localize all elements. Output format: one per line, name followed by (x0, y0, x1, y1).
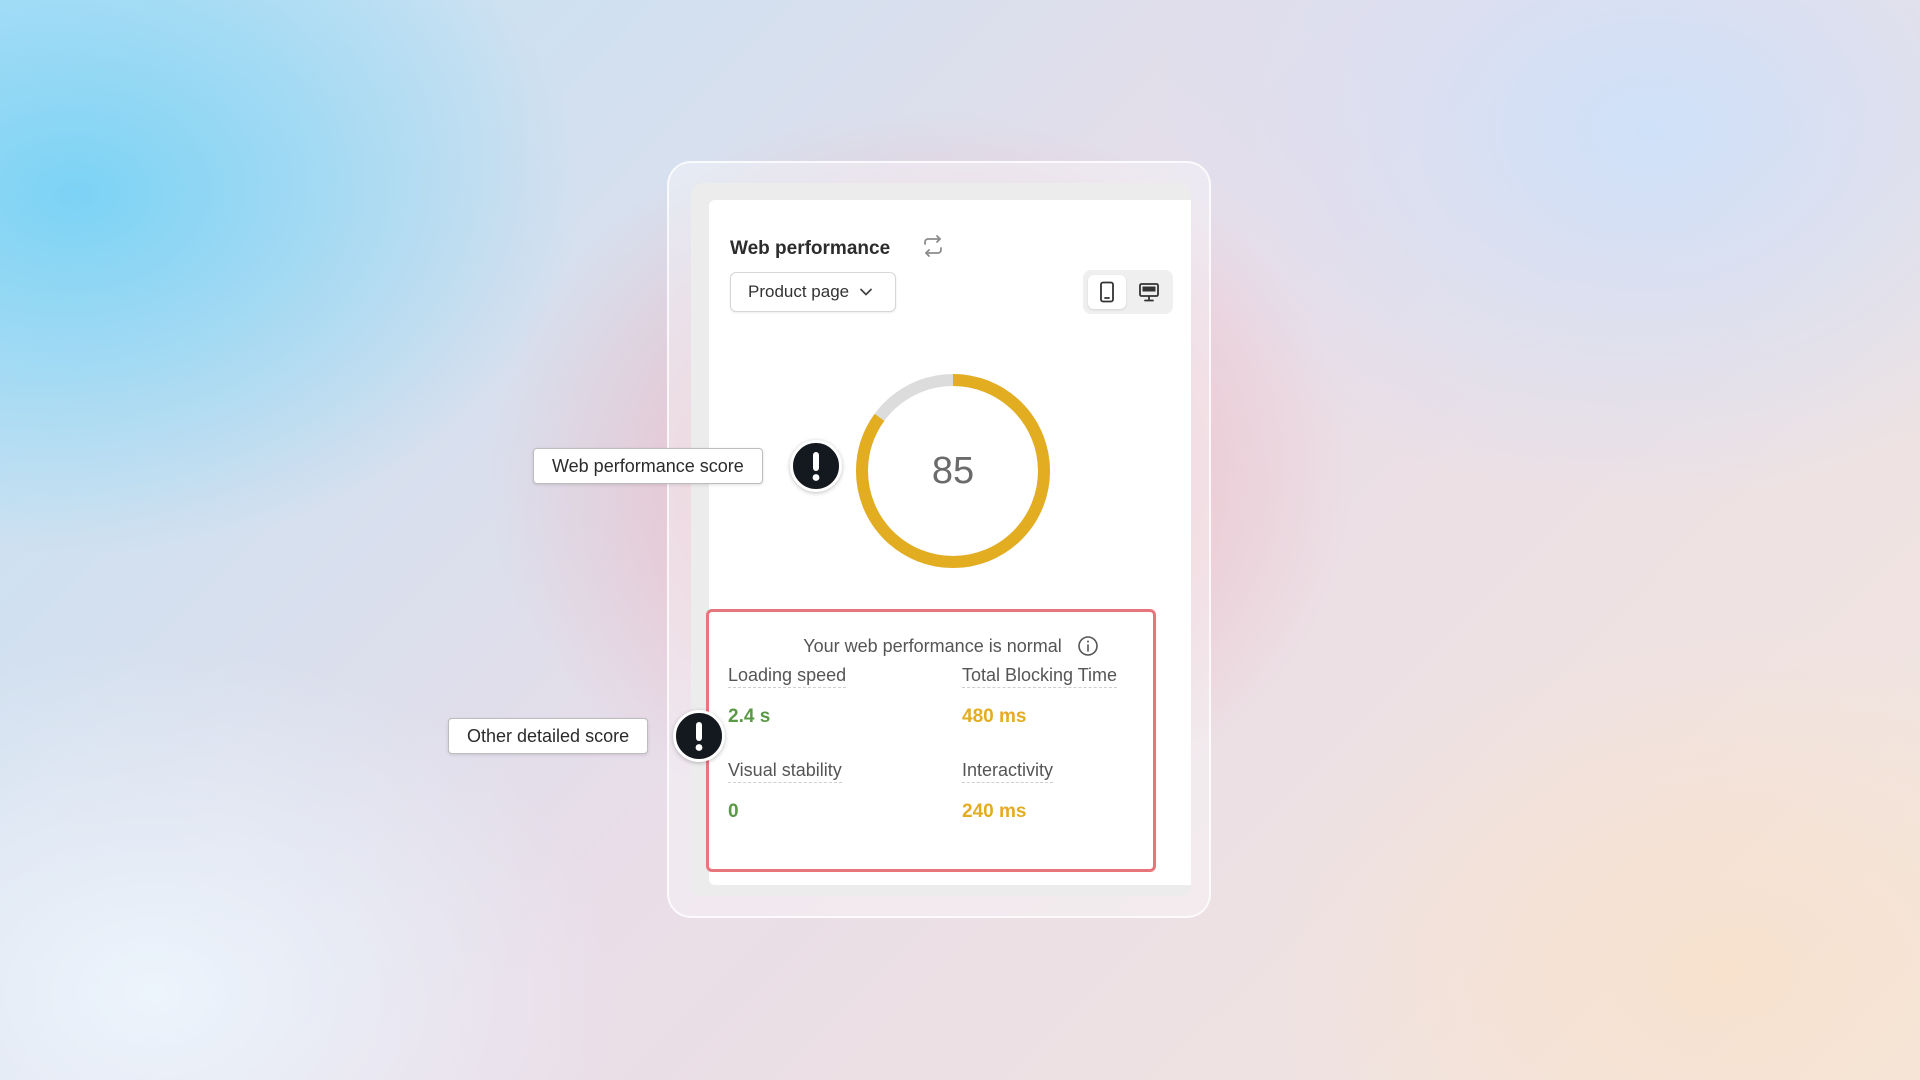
callout-other-detailed-score: Other detailed score (448, 718, 649, 754)
device-toggle (1083, 270, 1173, 314)
chevron-down-icon (860, 288, 873, 296)
callout-web-performance-score: Web performance score (533, 448, 763, 484)
metric-value-interactivity: 240 ms (962, 801, 1027, 822)
mobile-view-button[interactable] (1088, 275, 1126, 309)
info-icon[interactable] (1077, 635, 1099, 657)
detailed-metrics-panel: Your web performance is normal Loading s… (706, 609, 1156, 872)
exclamation-icon (673, 710, 725, 762)
metric-value-total-blocking-time: 480 ms (962, 706, 1027, 727)
metric-value-visual-stability: 0 (728, 801, 739, 822)
metric-label-interactivity[interactable]: Interactivity (962, 760, 1054, 783)
performance-status-text: Your web performance is normal (803, 635, 1062, 656)
status-row: Your web performance is normal (709, 635, 1153, 657)
metric-label-loading-speed[interactable]: Loading speed (728, 665, 847, 688)
page-select-dropdown[interactable]: Product page (730, 272, 896, 312)
performance-score-gauge: 85 (853, 371, 1053, 571)
mobile-icon (1100, 281, 1114, 303)
exclamation-icon (790, 440, 842, 492)
card-title: Web performance (730, 238, 891, 259)
performance-score-value: 85 (931, 449, 975, 492)
metric-value-loading-speed: 2.4 s (728, 706, 771, 727)
desktop-icon (1139, 283, 1159, 302)
page-select-value: Product page (748, 282, 850, 301)
metric-label-visual-stability[interactable]: Visual stability (728, 760, 842, 783)
refresh-icon[interactable] (921, 234, 945, 258)
desktop-view-button[interactable] (1130, 275, 1168, 309)
metric-label-total-blocking-time[interactable]: Total Blocking Time (962, 665, 1118, 688)
